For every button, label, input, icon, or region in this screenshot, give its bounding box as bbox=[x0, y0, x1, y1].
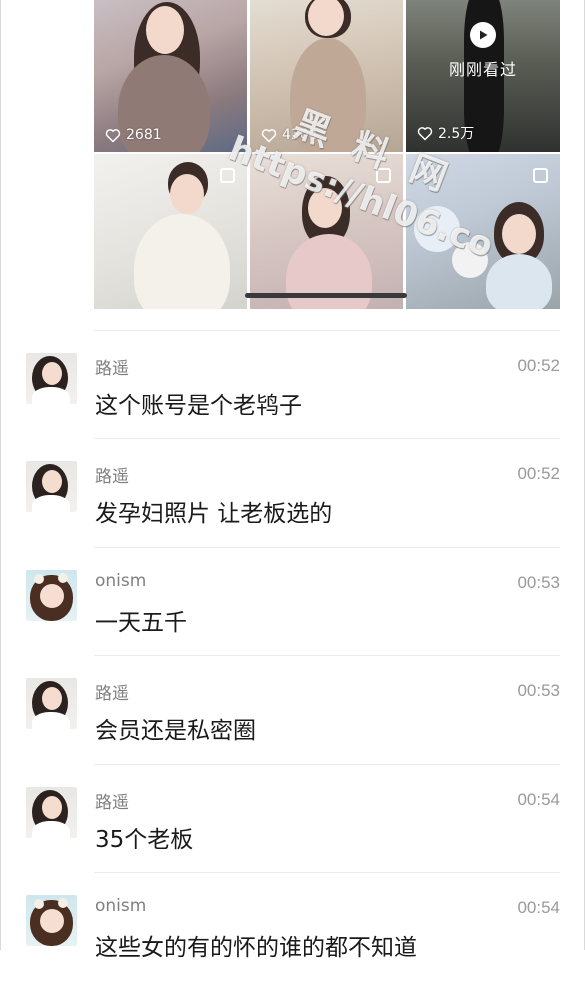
message-time: 00:52 bbox=[517, 464, 560, 483]
message-text: 这些女的有的怀的谁的都不知道 bbox=[95, 935, 417, 961]
balloon bbox=[414, 206, 460, 252]
gallery-image-2[interactable]: 4304 bbox=[250, 0, 403, 152]
likes-value: 4304 bbox=[282, 127, 318, 143]
likes-count: 4304 bbox=[261, 127, 318, 143]
dog bbox=[452, 242, 488, 278]
message-text: 35个老板 bbox=[95, 827, 194, 853]
sender-name: onism bbox=[95, 896, 147, 916]
heart-icon bbox=[417, 126, 433, 140]
recently-viewed-overlay: 刚刚看过 bbox=[406, 22, 560, 80]
avatar[interactable] bbox=[26, 570, 77, 621]
heart-icon bbox=[105, 128, 121, 142]
chat-message: onism 00:54 这些女的有的怀的谁的都不知道 bbox=[1, 895, 585, 1003]
chat-message: 路遥 00:52 发孕妇照片 让老板选的 bbox=[1, 461, 585, 569]
gallery-image-4[interactable] bbox=[94, 154, 247, 309]
sender-name: onism bbox=[95, 571, 147, 591]
gallery-scrollbar[interactable] bbox=[245, 293, 407, 298]
message-time: 00:53 bbox=[517, 573, 560, 592]
image-gallery: 2681 4304 刚刚看过 2.5万 bbox=[94, 0, 560, 309]
message-text: 这个账号是个老鸨子 bbox=[95, 393, 302, 419]
divider bbox=[94, 438, 560, 439]
chat-message: 路遥 00:54 35个老板 bbox=[1, 787, 585, 895]
gallery-image-5[interactable] bbox=[250, 154, 403, 309]
figure-body bbox=[134, 214, 230, 309]
divider bbox=[94, 764, 560, 765]
chat-message: 路遥 00:52 这个账号是个老鸨子 bbox=[1, 353, 585, 461]
divider bbox=[94, 547, 560, 548]
likes-value: 2.5万 bbox=[438, 126, 475, 142]
chat-message: 路遥 00:53 会员还是私密圈 bbox=[1, 678, 585, 786]
figure-face bbox=[146, 6, 184, 54]
play-icon[interactable] bbox=[470, 22, 496, 48]
message-text: 会员还是私密圈 bbox=[95, 718, 256, 744]
gallery-video-3[interactable]: 刚刚看过 2.5万 bbox=[406, 0, 560, 152]
select-checkbox[interactable] bbox=[220, 168, 235, 183]
avatar[interactable] bbox=[26, 461, 77, 512]
message-time: 00:54 bbox=[517, 898, 560, 917]
divider bbox=[94, 330, 560, 331]
message-text: 发孕妇照片 让老板选的 bbox=[95, 501, 333, 527]
sender-name: 路遥 bbox=[95, 684, 129, 704]
message-time: 00:54 bbox=[517, 790, 560, 809]
message-text: 一天五千 bbox=[95, 610, 187, 636]
select-checkbox[interactable] bbox=[533, 168, 548, 183]
recently-viewed-label: 刚刚看过 bbox=[448, 60, 517, 79]
figure-body bbox=[486, 254, 552, 309]
sender-name: 路遥 bbox=[95, 793, 129, 813]
likes-value: 2681 bbox=[126, 127, 162, 143]
sender-name: 路遥 bbox=[95, 467, 129, 487]
figure-face bbox=[308, 188, 342, 228]
likes-count: 2681 bbox=[105, 127, 162, 143]
likes-count: 2.5万 bbox=[417, 123, 474, 143]
figure-face bbox=[502, 214, 536, 254]
select-checkbox[interactable] bbox=[376, 168, 391, 183]
divider bbox=[94, 872, 560, 873]
divider bbox=[94, 655, 560, 656]
message-time: 00:53 bbox=[517, 681, 560, 700]
sender-name: 路遥 bbox=[95, 359, 129, 379]
gallery-image-1[interactable]: 2681 bbox=[94, 0, 247, 152]
chat-message: onism 00:53 一天五千 bbox=[1, 570, 585, 678]
heart-icon bbox=[261, 128, 277, 142]
message-time: 00:52 bbox=[517, 356, 560, 375]
avatar[interactable] bbox=[26, 895, 77, 946]
figure-face bbox=[170, 174, 204, 214]
gallery-image-6[interactable] bbox=[406, 154, 560, 309]
avatar[interactable] bbox=[26, 678, 77, 729]
avatar[interactable] bbox=[26, 787, 77, 838]
avatar[interactable] bbox=[26, 353, 77, 404]
